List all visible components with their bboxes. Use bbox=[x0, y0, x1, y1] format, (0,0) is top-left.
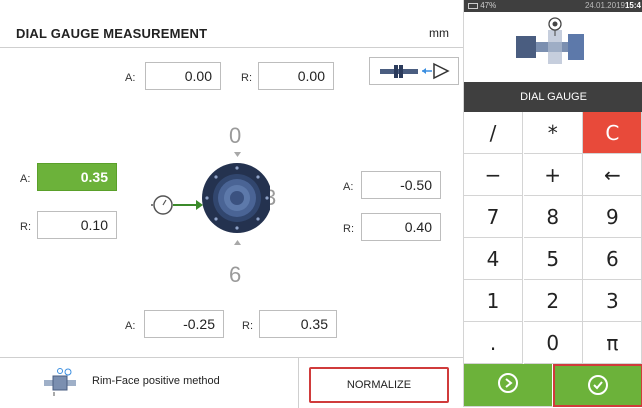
arrow-right-icon bbox=[173, 200, 203, 210]
coupling-disc-icon bbox=[202, 163, 270, 233]
key-two[interactable]: 2 bbox=[523, 280, 583, 322]
pointer-bottom-icon bbox=[234, 240, 241, 245]
key-pi[interactable]: π bbox=[583, 322, 642, 364]
top-a-label: A: bbox=[125, 72, 136, 84]
method-label[interactable]: Rim-Face positive method bbox=[92, 375, 220, 387]
left-r-label: R: bbox=[20, 221, 31, 233]
bottom-a-field[interactable]: -0.25 bbox=[144, 310, 224, 338]
page-title: DIAL GAUGE MEASUREMENT bbox=[16, 26, 208, 41]
key-eight[interactable]: 8 bbox=[523, 196, 583, 238]
header-bar: DIAL GAUGE MEASUREMENT mm bbox=[0, 0, 463, 48]
date-text: 24.01.2019 bbox=[584, 1, 625, 10]
unit-label: mm bbox=[429, 26, 449, 40]
keypad-panel: 47% 24.01.201915:4 DIAL GAUGE / * C − + ← 7 8 9 4… bbox=[463, 0, 642, 407]
key-zero[interactable]: 0 bbox=[523, 322, 583, 364]
top-a-field[interactable]: 0.00 bbox=[145, 62, 221, 90]
coupling-graphic bbox=[151, 152, 270, 245]
measurement-screen: DIAL GAUGE MEASUREMENT mm A: 0.00 R: 0.0… bbox=[0, 0, 463, 408]
bottom-r-field[interactable]: 0.35 bbox=[259, 310, 337, 338]
left-a-label: A: bbox=[20, 173, 31, 185]
rim-face-method-icon bbox=[44, 368, 76, 396]
clock-position-0[interactable]: 0 bbox=[229, 123, 241, 149]
key-plus[interactable]: + bbox=[523, 154, 583, 196]
datetime: 24.01.201915:4 bbox=[585, 1, 641, 10]
normalize-button[interactable]: NORMALIZE bbox=[309, 367, 449, 403]
key-five[interactable]: 5 bbox=[523, 238, 583, 280]
key-one[interactable]: 1 bbox=[464, 280, 523, 322]
key-backspace[interactable]: ← bbox=[583, 154, 642, 196]
view-direction-button[interactable] bbox=[369, 57, 459, 85]
top-r-label: R: bbox=[241, 72, 252, 84]
confirm-button[interactable] bbox=[553, 364, 642, 407]
right-a-field[interactable]: -0.50 bbox=[361, 171, 441, 199]
key-decimal[interactable]: . bbox=[464, 322, 523, 364]
right-r-field[interactable]: 0.40 bbox=[361, 213, 441, 241]
chevron-right-icon bbox=[498, 373, 518, 393]
left-r-field[interactable]: 0.10 bbox=[37, 211, 117, 239]
battery-indicator: 47% bbox=[468, 1, 496, 10]
next-button[interactable] bbox=[464, 364, 553, 407]
machine-preview bbox=[464, 12, 642, 82]
top-r-field[interactable]: 0.00 bbox=[258, 62, 334, 90]
pointer-top-icon bbox=[234, 152, 241, 157]
battery-icon bbox=[468, 2, 478, 9]
key-three[interactable]: 3 bbox=[583, 280, 642, 322]
time-text: 15:4 bbox=[624, 1, 641, 10]
right-a-label: A: bbox=[343, 181, 354, 193]
key-nine[interactable]: 9 bbox=[583, 196, 642, 238]
divider bbox=[298, 358, 299, 408]
bottom-r-label: R: bbox=[242, 320, 253, 332]
bottom-a-label: A: bbox=[125, 320, 136, 332]
key-slash[interactable]: / bbox=[464, 112, 523, 154]
key-seven[interactable]: 7 bbox=[464, 196, 523, 238]
dial-gauge-label: DIAL GAUGE bbox=[464, 82, 642, 112]
dial-gauge-icon bbox=[151, 195, 173, 215]
key-four[interactable]: 4 bbox=[464, 238, 523, 280]
key-six[interactable]: 6 bbox=[583, 238, 642, 280]
checkmark-icon bbox=[588, 375, 608, 395]
left-a-field[interactable]: 0.35 bbox=[37, 163, 117, 191]
key-multiply[interactable]: * bbox=[523, 112, 583, 154]
right-r-label: R: bbox=[343, 223, 354, 235]
key-clear[interactable]: C bbox=[583, 112, 642, 154]
machine-train-icon bbox=[516, 17, 584, 64]
shaft-view-icon bbox=[380, 62, 450, 80]
key-minus[interactable]: − bbox=[464, 154, 523, 196]
status-bar: 47% 24.01.201915:4 bbox=[464, 0, 642, 12]
clock-position-6[interactable]: 6 bbox=[229, 262, 241, 288]
battery-level: 47% bbox=[480, 1, 497, 10]
footer-bar: Rim-Face positive method NORMALIZE bbox=[0, 357, 463, 408]
